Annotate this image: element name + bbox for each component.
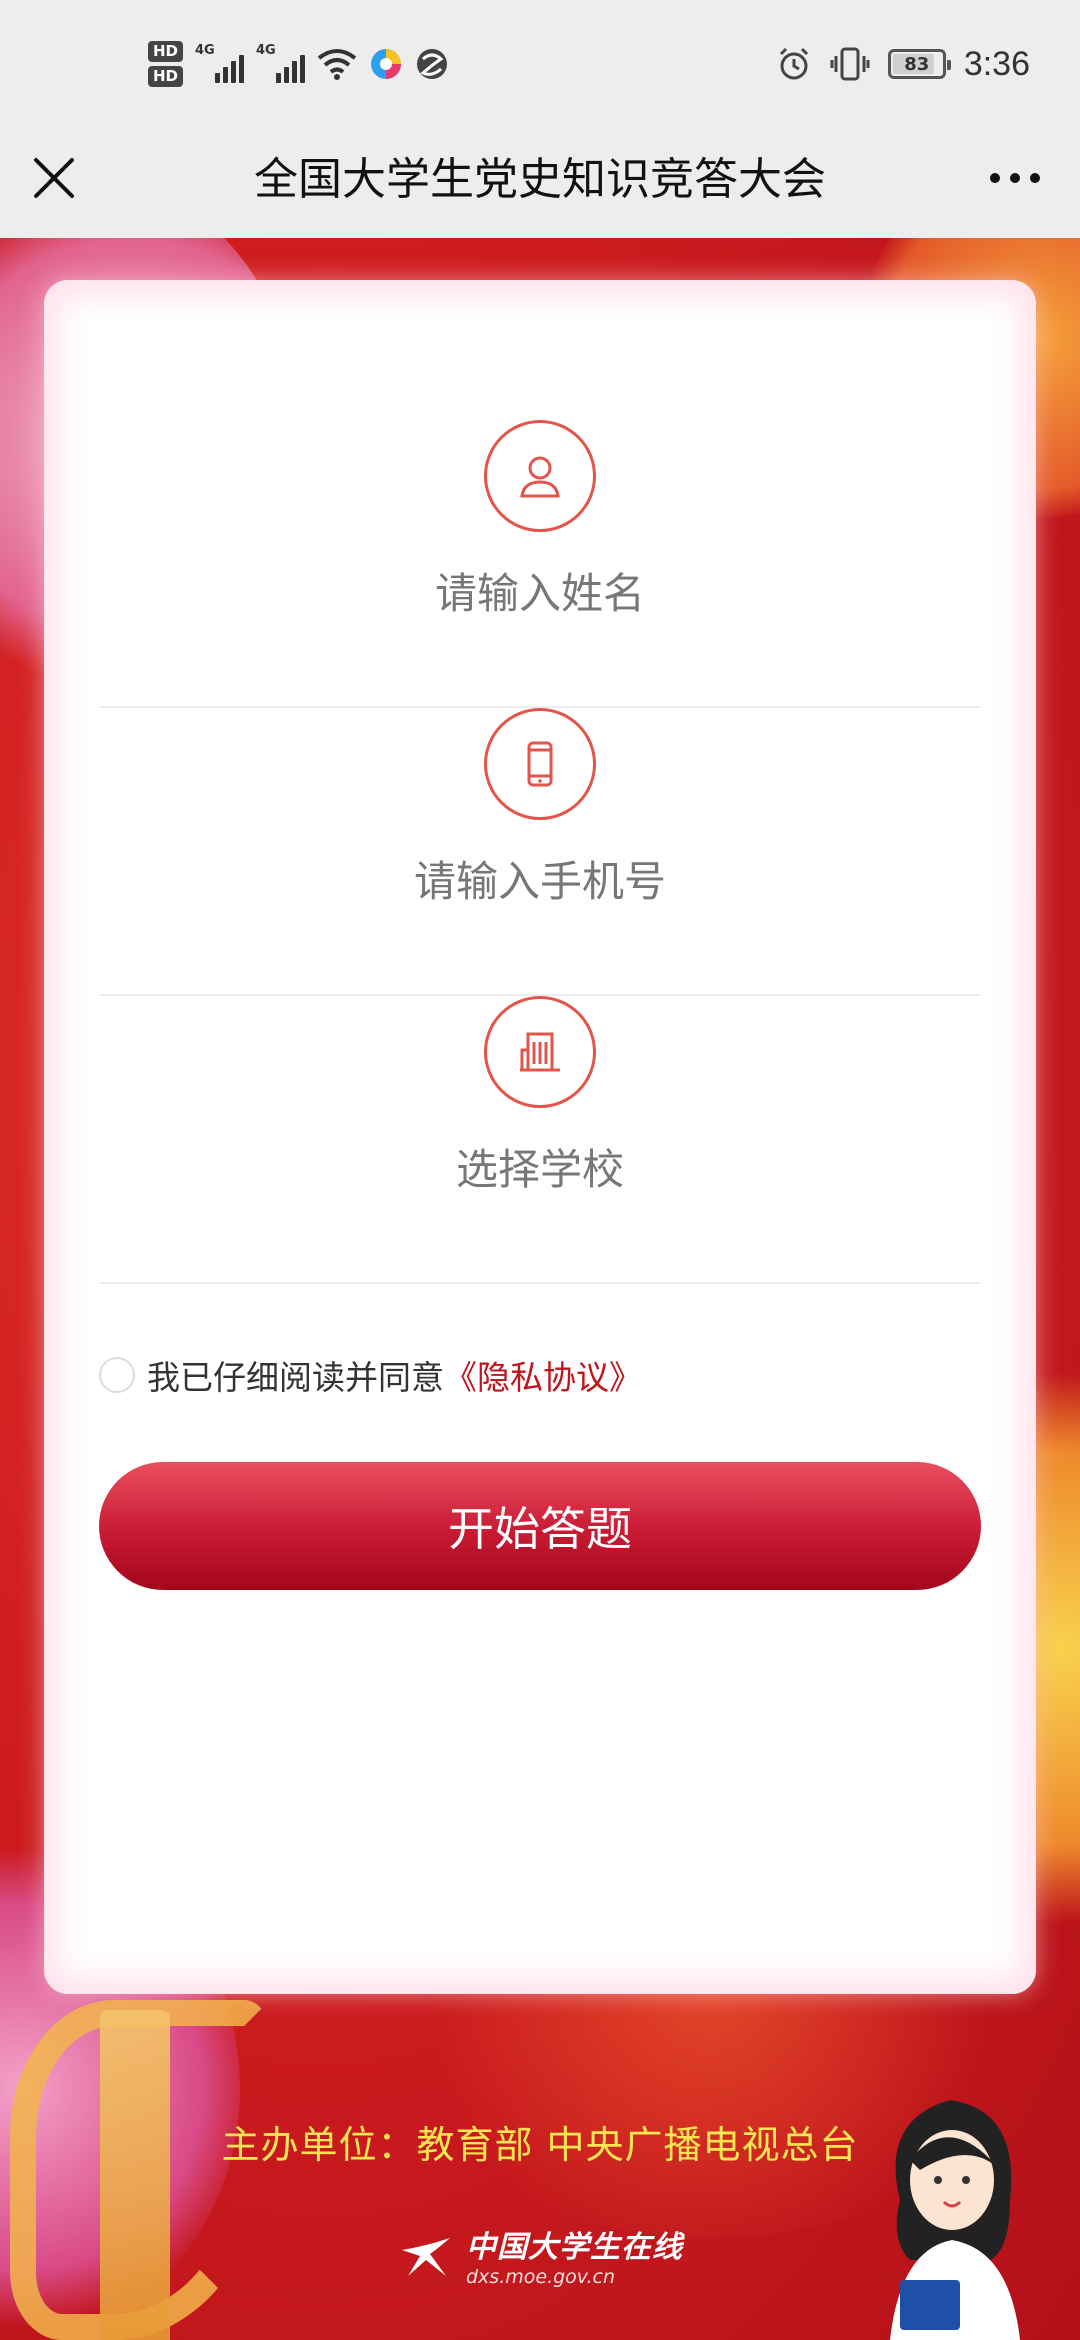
school-select[interactable]: 选择学校 (99, 1136, 981, 1197)
title-bar: 全国大学生党史知识竞答大会 (0, 130, 1080, 238)
hd1-icon: HD (148, 41, 184, 62)
status-bar: HD HD 4G 4G 83 3:36 (0, 0, 1080, 130)
status-right: 83 3:36 (776, 38, 1030, 90)
phone-input[interactable]: 请输入手机号 (99, 848, 981, 909)
logo-name: 中国大学生在线 (466, 2230, 683, 2265)
privacy-link[interactable]: 《隐私协议》 (444, 1351, 642, 1399)
more-dot-icon (1010, 173, 1020, 183)
school-icon-ring (484, 996, 596, 1108)
school-field[interactable]: 选择学校 (99, 996, 981, 1284)
signal1-icon: 4G (195, 43, 245, 83)
alarm-icon (779, 47, 808, 80)
hd2-icon: HD (148, 66, 184, 87)
agree-text: 我已仔细阅读并同意 (147, 1358, 444, 1397)
network2-label: 4G (256, 43, 276, 58)
name-field[interactable]: 请输入姓名 (99, 420, 981, 708)
agree-checkbox[interactable] (99, 1357, 135, 1393)
phone-icon (527, 741, 553, 787)
wifi-icon (317, 49, 357, 80)
clock: 3:36 (963, 44, 1030, 83)
more-button[interactable] (980, 150, 1050, 206)
page-title: 全国大学生党史知识竞答大会 (254, 154, 826, 205)
network1-label: 4G (195, 43, 215, 58)
browser-app-icon (417, 49, 448, 79)
sponsor-text: 主办单位：教育部 中央广播电视总台 (221, 2123, 859, 2167)
hd-indicator: HD HD (148, 41, 184, 87)
signal2-icon: 4G (256, 43, 306, 83)
phone-field[interactable]: 请输入手机号 (99, 708, 981, 996)
privacy-agreement: 我已仔细阅读并同意 《隐私协议》 (99, 1350, 642, 1400)
battery-icon: 83 (887, 49, 951, 79)
logo-url: dxs.moe.gov.cn (466, 2266, 616, 2288)
more-dot-icon (1030, 173, 1040, 183)
user-icon-ring (484, 420, 596, 532)
building-icon (520, 1032, 560, 1072)
site-logo: 中国大学生在线 dxs.moe.gov.cn (396, 2222, 683, 2288)
start-button[interactable]: 开始答题 (99, 1462, 981, 1590)
vibrate-icon (830, 47, 870, 81)
phone-icon-ring (484, 708, 596, 820)
status-left: HD HD 4G 4G (148, 38, 449, 90)
battery-level: 83 (904, 53, 930, 75)
name-input[interactable]: 请输入姓名 (99, 560, 981, 621)
colorful-app-icon (371, 49, 402, 79)
huabiao-pillar-decoration (100, 2010, 170, 2340)
login-card: 请输入姓名 请输入手机号 选择学校 我已仔细阅读并同意 《隐私协议》 开始答题 (44, 280, 1036, 1994)
more-dot-icon (990, 173, 1000, 183)
user-icon (520, 456, 560, 498)
logo-mark-icon (402, 2238, 450, 2276)
